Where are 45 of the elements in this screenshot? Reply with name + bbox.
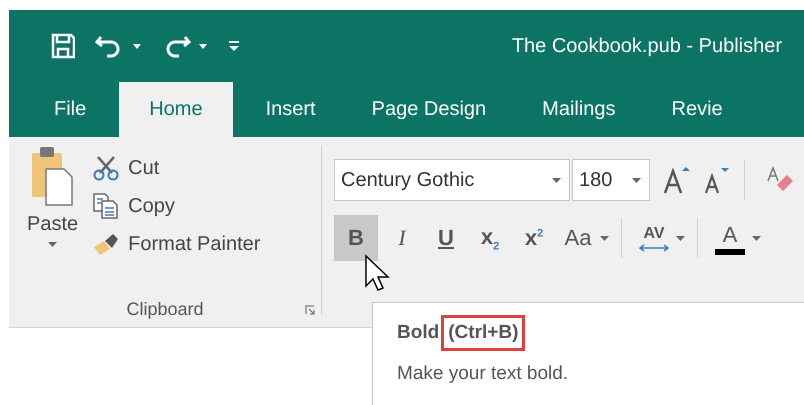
- caret-icon[interactable]: [752, 236, 761, 240]
- tooltip-title: Bold: [397, 321, 440, 345]
- format-button[interactable]: B: [334, 215, 378, 261]
- format-button[interactable]: x$_{2}$: [470, 215, 510, 261]
- paste-button[interactable]: Paste: [23, 147, 82, 279]
- clipboard-command[interactable]: Format Painter: [92, 231, 260, 257]
- ribbon-tab[interactable]: Mailings: [519, 82, 639, 137]
- format-button[interactable]: x$^{2}$: [514, 215, 554, 261]
- ribbon-tab[interactable]: Revie: [648, 82, 746, 137]
- caret-icon: [632, 178, 641, 182]
- customize-icon[interactable]: [227, 39, 241, 53]
- group-label: Clipboard: [126, 298, 204, 320]
- font-size-dropdown[interactable]: 180: [572, 159, 650, 201]
- scissors-icon: [92, 155, 120, 181]
- ribbon-tab[interactable]: Page Design: [348, 82, 510, 137]
- clipboard-command[interactable]: Copy: [92, 193, 260, 219]
- caret-icon: [48, 242, 58, 247]
- clipboard-icon: [32, 147, 74, 207]
- tooltip-description: Make your text bold.: [397, 363, 570, 385]
- caret-icon[interactable]: [676, 236, 685, 240]
- copy-icon: [92, 193, 120, 219]
- shortcut-label: (Ctrl+B): [441, 315, 526, 351]
- brush-icon: [92, 231, 120, 257]
- clipboard-command[interactable]: Cut: [92, 155, 260, 181]
- format-button[interactable]: U: [426, 215, 466, 261]
- format-button[interactable]: I: [382, 215, 422, 261]
- window-title: The Cookbook.pub - Publisher: [512, 34, 782, 58]
- save-icon[interactable]: [51, 33, 75, 59]
- dialog-launcher-icon[interactable]: [305, 305, 315, 315]
- shrink-font-icon[interactable]: [702, 165, 730, 195]
- caret-icon[interactable]: [199, 44, 207, 48]
- grow-font-icon[interactable]: [662, 165, 690, 195]
- format-button[interactable]: AV: [634, 215, 674, 261]
- color-bar-icon: [715, 248, 745, 254]
- caret-icon[interactable]: [133, 44, 141, 48]
- ribbon-tab[interactable]: File: [31, 82, 110, 137]
- ribbon-tab[interactable]: Home: [119, 82, 233, 137]
- format-button[interactable]: Aa: [558, 215, 598, 261]
- mouse-pointer-icon: [364, 254, 390, 292]
- format-button[interactable]: A: [710, 215, 750, 261]
- font-name-dropdown[interactable]: Century Gothic: [334, 159, 570, 201]
- caret-icon: [552, 178, 561, 182]
- ribbon-tab[interactable]: Insert: [242, 82, 339, 137]
- caret-icon[interactable]: [600, 236, 609, 240]
- double-arrow-icon: [639, 244, 669, 252]
